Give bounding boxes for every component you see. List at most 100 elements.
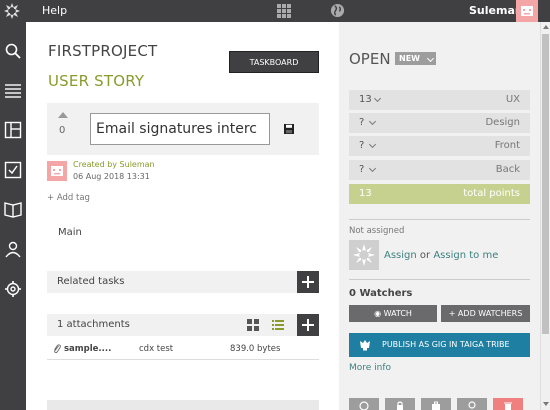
more-info-link[interactable]: More info bbox=[349, 363, 391, 373]
assign-to-me-link[interactable]: Assign to me bbox=[433, 250, 498, 261]
points-row-ux[interactable]: 13 UX bbox=[349, 90, 530, 110]
user-icon bbox=[468, 401, 476, 409]
chevron-down-icon bbox=[373, 94, 382, 103]
taiga-logo-icon[interactable] bbox=[3, 2, 21, 20]
watchers-title: 0 Watchers bbox=[349, 288, 413, 299]
eye-icon: ◉ bbox=[374, 309, 384, 318]
unassigned-avatar bbox=[349, 240, 379, 270]
clock-icon bbox=[359, 401, 369, 410]
points-role: Front bbox=[494, 140, 520, 151]
not-assigned-label: Not assigned bbox=[349, 226, 405, 236]
add-task-button[interactable] bbox=[297, 271, 319, 293]
points-value: 13 bbox=[359, 94, 372, 105]
page-scrollbar[interactable] bbox=[540, 22, 550, 410]
assign-link[interactable]: Assign bbox=[384, 250, 417, 261]
delete-button[interactable] bbox=[493, 398, 523, 410]
attachment-filename[interactable]: sample.... bbox=[64, 344, 111, 354]
status-dropdown[interactable]: NEW bbox=[395, 52, 436, 65]
trash-icon bbox=[504, 402, 512, 410]
points-value: ? bbox=[359, 140, 365, 151]
user-avatar[interactable] bbox=[516, 0, 538, 22]
points-role: UX bbox=[505, 94, 520, 105]
divider bbox=[349, 279, 530, 280]
chevron-down-icon bbox=[426, 54, 435, 63]
attachment-row[interactable]: sample.... cdx test 839.0 bytes bbox=[47, 340, 319, 360]
upvote-arrow-icon[interactable] bbox=[58, 112, 68, 118]
attach-action-button[interactable] bbox=[421, 398, 451, 410]
avatar-face-icon bbox=[51, 166, 63, 176]
status-label: OPEN bbox=[349, 50, 391, 68]
add-tag-label: Add tag bbox=[56, 193, 90, 203]
help-link[interactable]: Help bbox=[42, 4, 67, 17]
or-text: or bbox=[419, 250, 431, 261]
user-name[interactable]: Suleman bbox=[469, 4, 523, 17]
total-points-label: total points bbox=[463, 188, 520, 199]
user-story-detail: FIRSTPROJECT USER STORY TASKBOARD 0 Emai… bbox=[27, 22, 339, 410]
points-role: Design bbox=[485, 117, 520, 128]
project-name[interactable]: FIRSTPROJECT bbox=[48, 42, 157, 60]
points-value: ? bbox=[359, 117, 365, 128]
wiki-book-icon[interactable] bbox=[4, 200, 22, 218]
points-role: Back bbox=[495, 164, 520, 175]
lock-icon bbox=[397, 401, 403, 410]
paperclip-icon bbox=[54, 344, 61, 354]
divider bbox=[349, 219, 530, 220]
assign-links: Assign or Assign to me bbox=[384, 250, 498, 261]
publish-gig-button[interactable]: PUBLISH AS GIG IN TAIGA TRIBE bbox=[349, 333, 530, 357]
apps-grid-icon[interactable] bbox=[277, 4, 291, 18]
item-type-title: USER STORY bbox=[48, 72, 145, 90]
block-action-button[interactable] bbox=[385, 398, 415, 410]
points-row-front[interactable]: ? Front bbox=[349, 136, 530, 156]
add-watchers-button[interactable]: + ADD WATCHERS bbox=[441, 305, 530, 322]
scroll-up-arrow-icon[interactable] bbox=[543, 25, 549, 29]
attachments-label: 1 attachments bbox=[57, 319, 130, 330]
related-tasks-header: Related tasks bbox=[47, 271, 319, 293]
points-value: ? bbox=[359, 164, 365, 175]
history-section bbox=[47, 400, 319, 410]
menu-icon[interactable] bbox=[4, 82, 22, 100]
points-row-back[interactable]: ? Back bbox=[349, 160, 530, 180]
subject-input[interactable]: Email signatures interc bbox=[90, 113, 270, 145]
team-icon[interactable] bbox=[4, 240, 22, 258]
plus-icon: + bbox=[47, 193, 57, 203]
attachment-description: cdx test bbox=[139, 344, 174, 354]
taskboard-button[interactable]: TASKBOARD bbox=[229, 51, 319, 73]
points-row-design[interactable]: ? Design bbox=[349, 113, 530, 133]
left-navigation bbox=[0, 22, 26, 410]
subject-panel: 0 Email signatures interc bbox=[47, 103, 319, 155]
avatar-face-icon bbox=[521, 6, 533, 16]
kanban-icon[interactable] bbox=[4, 121, 22, 139]
watch-button[interactable]: ◉ WATCH bbox=[349, 305, 437, 322]
search-icon[interactable] bbox=[4, 42, 22, 60]
globe-icon[interactable] bbox=[330, 3, 345, 18]
related-tasks-label: Related tasks bbox=[57, 276, 125, 287]
add-tag-button[interactable]: + Add tag bbox=[47, 193, 90, 203]
created-by[interactable]: Created by Suleman bbox=[73, 160, 155, 169]
attachments-header: 1 attachments bbox=[47, 314, 319, 336]
tribe-icon bbox=[360, 340, 370, 351]
grid-view-icon[interactable] bbox=[247, 319, 259, 331]
settings-icon[interactable] bbox=[4, 280, 22, 298]
watch-action-button[interactable] bbox=[349, 398, 379, 410]
taiga-logo-icon bbox=[353, 244, 375, 266]
top-navigation-bar: Help Suleman bbox=[0, 0, 550, 22]
total-points: 13 total points bbox=[349, 184, 530, 204]
checklist-icon[interactable] bbox=[4, 161, 22, 179]
edit-action-button[interactable] bbox=[457, 398, 487, 410]
chevron-down-icon bbox=[368, 140, 377, 149]
scroll-down-arrow-icon[interactable] bbox=[543, 402, 549, 406]
total-points-value: 13 bbox=[359, 188, 372, 199]
created-date: 06 Aug 2018 13:31 bbox=[73, 172, 150, 181]
detail-sidebar: OPEN NEW 13 UX ? Design ? Front ? Back 1… bbox=[339, 22, 540, 410]
creator-avatar bbox=[47, 161, 67, 181]
add-attachment-button[interactable] bbox=[297, 314, 319, 336]
description-text[interactable]: Main bbox=[58, 227, 82, 238]
chevron-down-icon bbox=[368, 164, 377, 173]
vote-count: 0 bbox=[59, 125, 66, 136]
status-badge-label: NEW bbox=[399, 54, 420, 63]
briefcase-icon bbox=[432, 401, 440, 410]
scroll-thumb[interactable] bbox=[542, 34, 549, 334]
list-view-icon[interactable] bbox=[272, 319, 284, 331]
publish-gig-label: PUBLISH AS GIG IN TAIGA TRIBE bbox=[382, 340, 510, 349]
save-icon[interactable] bbox=[284, 124, 294, 134]
